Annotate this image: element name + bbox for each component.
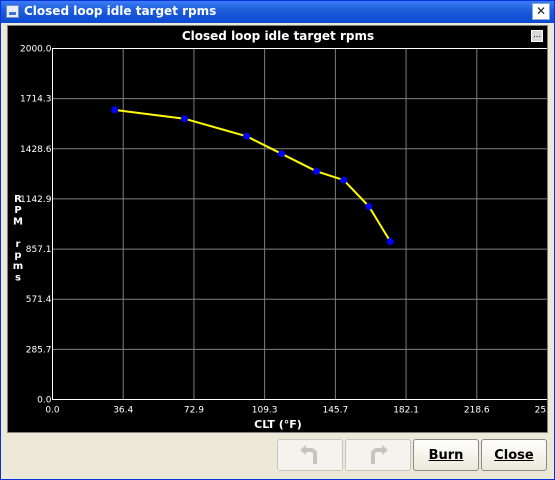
y-tick-label: 285.7	[26, 345, 52, 355]
y-tick-label: 0.0	[37, 396, 52, 406]
x-tick-labels: 0.0 36.4 72.9 109.3 145.7 182.1 218.6 255.0	[45, 406, 555, 416]
x-axis-label: CLT (°F)	[254, 418, 302, 431]
data-point	[111, 106, 119, 114]
grid	[52, 48, 548, 400]
y-tick-label: 1142.9	[20, 195, 52, 205]
y-tick-label: 2000.0	[20, 45, 52, 55]
y-axis-label: RPMrpms	[13, 194, 23, 283]
y-axis-label-char: R	[14, 194, 22, 205]
data-point	[386, 238, 394, 246]
undo-icon	[300, 445, 317, 464]
data-point	[340, 176, 348, 184]
chart-menu-button[interactable]: …	[531, 30, 543, 42]
y-tick-label: 1714.3	[20, 95, 52, 105]
burn-button[interactable]: Burn	[413, 439, 479, 471]
y-tick-labels: 0.0 285.7 571.4 857.1 1142.9 1428.6 1714.3 2000…	[20, 45, 52, 406]
redo-button[interactable]	[345, 439, 411, 471]
redo-icon	[371, 445, 388, 464]
x-tick-label: 182.1	[393, 406, 419, 416]
series-line	[114, 108, 392, 243]
data-point	[313, 167, 320, 175]
app-icon	[6, 5, 19, 18]
x-tick-label: 145.7	[322, 406, 348, 416]
title-bar[interactable]: Closed loop idle target rpms ✕	[1, 1, 554, 23]
y-axis-label-char: m	[13, 261, 23, 272]
close-button-label: Close	[494, 447, 534, 463]
chart-svg[interactable]: Closed loop idle target rpms 0.0 285.7 571…	[8, 26, 555, 432]
y-tick-label: 1428.6	[20, 145, 52, 155]
data-point	[365, 202, 373, 210]
x-tick-label: 36.4	[113, 406, 133, 416]
data-point	[243, 132, 251, 140]
y-axis-label-char: P	[14, 205, 21, 216]
y-axis-label-char: s	[15, 272, 21, 283]
x-tick-label: 218.6	[464, 406, 490, 416]
burn-button-label: Burn	[428, 447, 464, 463]
y-tick-label: 571.4	[26, 295, 52, 305]
chart-title: Closed loop idle target rpms	[182, 29, 374, 43]
x-tick-label: 109.3	[252, 406, 278, 416]
x-tick-label: 72.9	[184, 406, 204, 416]
data-point	[278, 150, 286, 158]
y-axis-label-char: r	[16, 239, 21, 250]
plot-area	[52, 48, 548, 400]
close-button[interactable]: Close	[481, 439, 547, 471]
y-axis-label-char: M	[13, 216, 23, 227]
window-close-button[interactable]: ✕	[532, 3, 550, 20]
y-tick-label: 857.1	[26, 245, 52, 255]
window-title: Closed loop idle target rpms	[24, 4, 217, 18]
x-tick-label: 0.0	[45, 406, 60, 416]
dialog-window: Closed loop idle target rpms ✕ Closed lo…	[0, 0, 555, 480]
undo-button[interactable]	[277, 439, 343, 471]
data-point	[181, 115, 188, 123]
x-tick-label: 255.0	[535, 406, 547, 416]
series-layer	[111, 106, 394, 246]
chart-panel: Closed loop idle target rpms 0.0 285.7 571…	[7, 25, 555, 433]
y-axis-label-char: p	[14, 250, 21, 261]
button-bar: Burn Close	[7, 435, 548, 475]
